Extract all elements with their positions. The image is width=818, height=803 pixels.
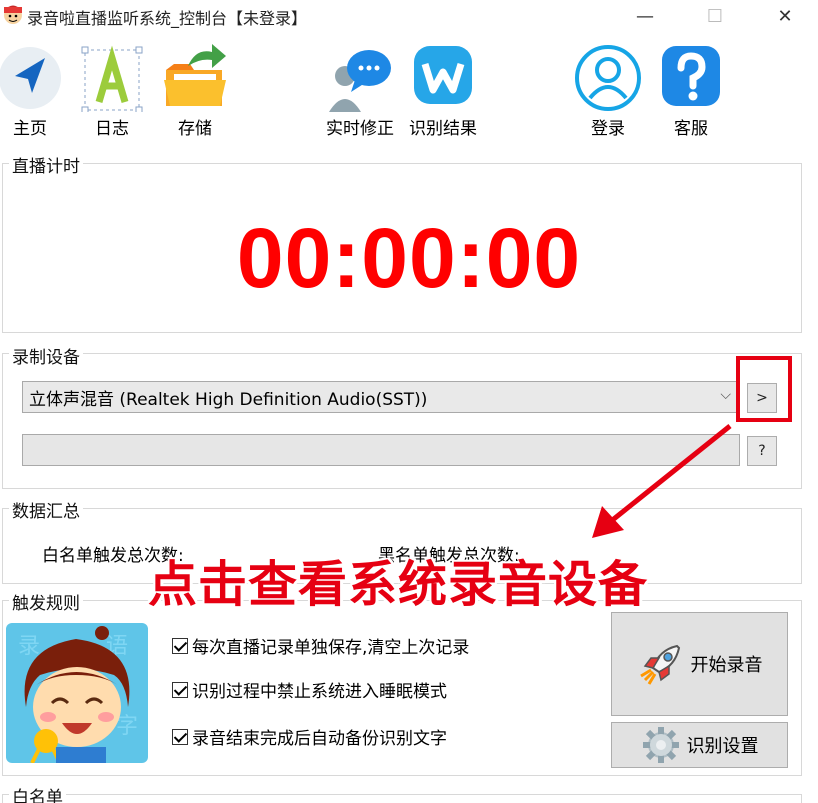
option-no-sleep[interactable]: 识别过程中禁止系统进入睡眠模式 (172, 677, 447, 702)
whitelist-group-title: 白名单 (9, 783, 66, 803)
toolbar-log-label: 日志 (95, 119, 129, 139)
device-dropdown-value: 立体声混音 (Realtek High Definition Audio(SST… (29, 389, 428, 410)
toolbar-login[interactable]: 登录 (568, 36, 648, 142)
toolbar-support-label: 客服 (674, 119, 708, 139)
stats-group-title: 数据汇总 (9, 497, 83, 522)
checkbox-checked-icon[interactable] (172, 681, 188, 698)
maximize-button[interactable]: ☐ (690, 0, 740, 32)
log-letter-icon (81, 45, 143, 112)
highlight-box (736, 356, 792, 422)
window-title: 录音啦直播监听系统_控制台【未登录】 (27, 9, 308, 28)
chat-person-icon (329, 50, 391, 112)
toolbar-realtime-fix-label: 实时修正 (326, 119, 394, 139)
app-logo-icon (4, 5, 22, 24)
help-question-icon (662, 46, 720, 106)
start-recording-button[interactable]: 开始录音 (611, 612, 788, 716)
user-login-icon (575, 45, 641, 111)
folder-export-icon (164, 44, 226, 106)
cartoon-mascot-image: 录 语 字 (6, 623, 148, 763)
annotation-callout: 点击查看系统录音设备 (148, 556, 649, 613)
toolbar-login-label: 登录 (591, 119, 625, 139)
option-no-sleep-label: 识别过程中禁止系统进入睡眠模式 (192, 682, 447, 702)
gear-icon (642, 727, 679, 763)
rules-group-title: 触发规则 (9, 589, 83, 614)
whitelist-group (2, 794, 802, 803)
device-dropdown[interactable]: 立体声混音 (Realtek High Definition Audio(SST… (22, 381, 740, 413)
toolbar-home-label: 主页 (13, 119, 47, 139)
toolbar-support[interactable]: 客服 (651, 36, 731, 142)
toolbar-realtime-fix[interactable]: 实时修正 (320, 36, 400, 142)
recognition-settings-label: 识别设置 (686, 736, 759, 757)
option-auto-backup-label: 录音结束完成后自动备份识别文字 (192, 729, 447, 749)
toolbar-home[interactable]: 主页 (0, 36, 70, 142)
live-timer: 00:00:00 (236, 211, 582, 305)
option-separate-save-label: 每次直播记录单独保存,清空上次记录 (192, 638, 470, 658)
title-bar: 录音啦直播监听系统_控制台【未登录】 — ☐ ✕ (0, 0, 818, 32)
toolbar-log[interactable]: 日志 (72, 36, 152, 142)
help-button[interactable]: ? (747, 436, 777, 466)
timer-group-title: 直播计时 (9, 152, 83, 177)
option-separate-save[interactable]: 每次直播记录单独保存,清空上次记录 (172, 633, 469, 658)
start-recording-label: 开始录音 (690, 655, 763, 676)
svg-text:录: 录 (18, 634, 40, 659)
close-button[interactable]: ✕ (760, 0, 810, 32)
rocket-icon (639, 644, 680, 685)
toolbar-storage[interactable]: 存储 (155, 36, 235, 142)
toolbar-results-label: 识别结果 (409, 119, 477, 139)
chevron-down-icon: ⌵ (720, 387, 731, 403)
minimize-button[interactable]: — (620, 0, 670, 32)
checkbox-checked-icon[interactable] (172, 728, 188, 745)
device-group-title: 录制设备 (9, 343, 83, 368)
navigation-arrow-icon (0, 47, 61, 109)
w-badge-icon (414, 46, 472, 104)
checkbox-checked-icon[interactable] (172, 637, 188, 654)
annotation-arrow-icon (592, 424, 732, 538)
recognition-settings-button[interactable]: 识别设置 (611, 722, 788, 768)
option-auto-backup[interactable]: 录音结束完成后自动备份识别文字 (172, 724, 447, 749)
toolbar-storage-label: 存储 (178, 119, 212, 139)
toolbar-results[interactable]: 识别结果 (403, 36, 483, 142)
toolbar: 主页 日志 存储 实时修正 识别结果 登录 客服 (0, 36, 818, 142)
